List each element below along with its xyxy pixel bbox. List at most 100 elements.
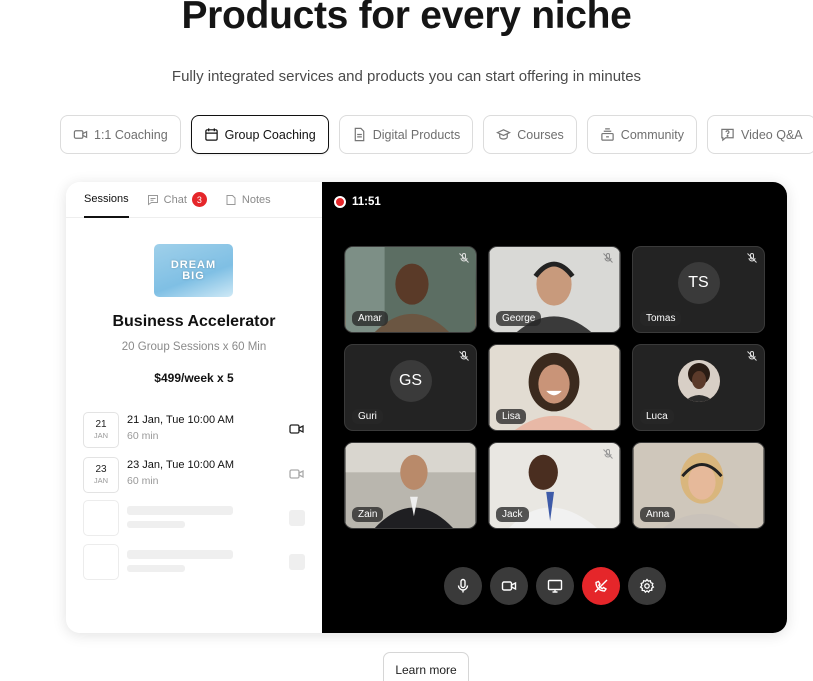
mic-muted-icon: [603, 253, 613, 263]
participant-tile[interactable]: Amar: [344, 246, 477, 333]
session-time: 21 Jan, Tue 10:00 AM: [127, 414, 235, 426]
chat-unread-badge: 3: [191, 192, 207, 207]
participant-tile[interactable]: George: [488, 246, 621, 333]
participant-tile[interactable]: Jack: [488, 442, 621, 529]
participant-name: Tomas: [640, 311, 682, 326]
tab-chat-label: Chat: [163, 193, 187, 206]
session-time: 23 Jan, Tue 10:00 AM: [127, 459, 235, 471]
participant-tile[interactable]: Luca: [632, 344, 765, 431]
tab-notes[interactable]: Notes: [225, 182, 271, 218]
participant-tile[interactable]: GS Guri: [344, 344, 477, 431]
session-date: 21 JAN: [83, 412, 119, 448]
camera-icon: [501, 581, 517, 591]
mic-muted-icon: [747, 253, 757, 263]
placeholder-line: [127, 506, 233, 515]
page-headline: Products for every niche: [181, 0, 632, 37]
session-duration: 60 min: [127, 430, 159, 442]
session-duration: 60 min: [127, 475, 159, 487]
placeholder-icon: [289, 554, 305, 570]
participant-name: George: [496, 311, 542, 326]
participant-tile[interactable]: Anna: [632, 442, 765, 529]
session-month: JAN: [93, 476, 109, 485]
tab-label: Group Coaching: [224, 127, 316, 142]
tab-label: Community: [620, 127, 685, 142]
tab-label: Video Q&A: [741, 127, 803, 142]
participant-name: Amar: [352, 311, 388, 326]
chat-icon: [147, 194, 158, 205]
end-call-button[interactable]: [582, 567, 620, 605]
participant-avatar: [677, 359, 720, 402]
session-placeholder: [83, 544, 305, 580]
session-date: 23 JAN: [83, 457, 119, 493]
participant-name: Jack: [496, 507, 529, 522]
product-thumbnail: DREAM BIG: [154, 244, 233, 297]
participant-tile[interactable]: Zain: [344, 442, 477, 529]
mic-button[interactable]: [444, 567, 482, 605]
session-item[interactable]: 23 JAN 23 Jan, Tue 10:00 AM 60 min: [83, 457, 305, 493]
session-month: JAN: [93, 431, 109, 440]
participant-initials: TS: [677, 261, 720, 304]
session-item[interactable]: 21 JAN 21 Jan, Tue 10:00 AM 60 min: [83, 412, 305, 448]
session-placeholder: [83, 500, 305, 536]
demo-card: Sessions Chat 3 Notes DREAM BIG Business…: [66, 182, 787, 633]
tab-courses[interactable]: Courses: [483, 115, 577, 154]
tab-label: 1:1 Coaching: [94, 127, 168, 142]
tab-digital-products[interactable]: Digital Products: [338, 115, 474, 154]
community-icon: [601, 128, 614, 141]
placeholder-icon: [289, 510, 305, 526]
participant-name: Luca: [640, 409, 674, 424]
avatar-photo-icon: [677, 359, 720, 402]
tab-community[interactable]: Community: [586, 115, 698, 154]
placeholder-line: [127, 565, 185, 572]
participant-name: Lisa: [496, 409, 527, 424]
participant-initials: GS: [389, 359, 432, 402]
settings-button[interactable]: [628, 567, 666, 605]
screen-share-button[interactable]: [536, 567, 574, 605]
call-controls: [444, 567, 666, 605]
recording-dot-icon: [334, 196, 346, 208]
session-panel: Sessions Chat 3 Notes DREAM BIG Business…: [66, 182, 322, 633]
session-day: 23: [95, 464, 107, 475]
placeholder-line: [127, 521, 185, 528]
participant-name: Guri: [352, 409, 383, 424]
screen-share-icon: [547, 579, 563, 593]
participant-name: Zain: [352, 507, 384, 522]
tab-group-coaching[interactable]: Group Coaching: [190, 115, 329, 154]
document-icon: [354, 127, 365, 142]
question-chat-icon: [721, 128, 734, 142]
learn-more-button[interactable]: Learn more: [383, 652, 469, 681]
tab-sessions-label: Sessions: [84, 192, 129, 205]
tab-sessions[interactable]: Sessions: [84, 182, 129, 218]
tab-video-qa[interactable]: Video Q&A: [707, 115, 813, 154]
notes-icon: [226, 194, 236, 205]
mic-muted-icon: [747, 351, 757, 361]
tab-label: Courses: [517, 127, 564, 142]
product-meta: 20 Group Sessions x 60 Min: [121, 341, 267, 353]
panel-tabs: Sessions Chat 3 Notes: [66, 182, 322, 218]
participant-grid: Amar George TS Tomas GS Guri Lisa Luca Z…: [344, 246, 766, 529]
participant-tile[interactable]: TS Tomas: [632, 246, 765, 333]
placeholder-date: [83, 500, 119, 536]
video-call-panel: 11:51 Amar George TS Tomas GS Guri Lisa …: [322, 182, 787, 633]
settings-icon: [639, 578, 655, 594]
video-camera-icon[interactable]: [289, 467, 305, 481]
participant-name: Anna: [640, 507, 676, 522]
session-day: 21: [95, 419, 107, 430]
calendar-icon: [204, 128, 218, 141]
tab-label: Digital Products: [372, 127, 461, 142]
mic-muted-icon: [459, 351, 469, 361]
product-price: $499/week x 5: [154, 371, 234, 385]
mic-muted-icon: [603, 449, 613, 459]
graduation-cap-icon: [496, 129, 512, 140]
page-subtitle: Fully integrated services and products y…: [171, 68, 642, 85]
tab-notes-label: Notes: [241, 193, 271, 206]
video-camera-icon[interactable]: [289, 422, 305, 436]
participant-tile[interactable]: Lisa: [488, 344, 621, 431]
mic-muted-icon: [459, 253, 469, 263]
tab-chat[interactable]: Chat 3: [147, 182, 207, 218]
placeholder-date: [83, 544, 119, 580]
camera-button[interactable]: [490, 567, 528, 605]
tab-1-1-coaching[interactable]: 1:1 Coaching: [60, 115, 181, 154]
product-tabs: 1:1 Coaching Group Coaching Digital Prod…: [60, 115, 813, 154]
microphone-icon: [457, 578, 469, 593]
